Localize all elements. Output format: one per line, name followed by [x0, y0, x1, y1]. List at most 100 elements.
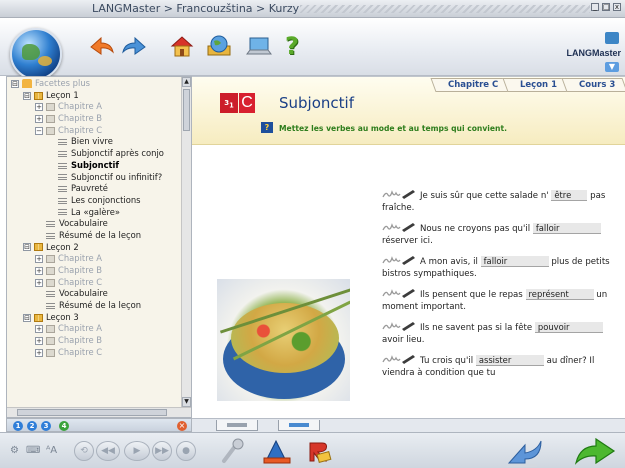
breadcrumb-cours[interactable]: Cours 3 [561, 78, 625, 92]
salad-photo [217, 279, 350, 401]
book-icon [34, 243, 43, 252]
tree-item[interactable]: Pauvreté [7, 183, 183, 195]
expand-toggle-icon[interactable]: + [35, 114, 43, 123]
tree-item[interactable]: La «galère» [7, 207, 183, 219]
exercise-text-before: Ils pensent que le repas [420, 290, 523, 300]
expand-toggle-icon[interactable]: + [35, 336, 43, 345]
exercise-help-icon[interactable]: ? [261, 122, 273, 133]
answer-input[interactable]: assister [475, 355, 544, 366]
forward-button[interactable] [120, 32, 148, 60]
vertical-scrollbar[interactable]: ▲ ▼ [181, 77, 191, 407]
forward-icon [122, 36, 146, 55]
tree-item[interactable]: Les conjonctions [7, 195, 183, 207]
back-button[interactable] [88, 32, 116, 60]
book-icon [46, 255, 55, 264]
answer-input[interactable]: être [551, 190, 588, 201]
microphone-icon[interactable] [220, 437, 246, 468]
tree-item-label: Subjonctif après conjo [71, 148, 164, 159]
scrollbar-thumb[interactable] [17, 409, 167, 416]
dictionary-icon[interactable] [304, 437, 334, 468]
page-icon [58, 186, 67, 193]
tree-item[interactable]: ⊟ Leçon 2 [7, 242, 183, 254]
tree-item[interactable]: ⊟ Facettes plus [7, 78, 183, 90]
scrollbar-thumb[interactable] [183, 89, 190, 131]
exercise-item: Ils pensent que le repas représent un mo… [382, 288, 614, 313]
tree-item[interactable]: Subjonctif ou infinitif? [7, 172, 183, 184]
tree-item[interactable]: Résumé de la leçon [7, 230, 183, 242]
tree-item[interactable]: + Chapitre C [7, 277, 183, 289]
expand-toggle-icon[interactable]: + [35, 266, 43, 275]
tree-item[interactable]: + Chapitre A [7, 253, 183, 265]
scroll-down-icon[interactable]: ▼ [182, 397, 191, 407]
breadcrumb-lecon[interactable]: Leçon 1 [502, 78, 570, 92]
footer-button-1[interactable]: 1 [13, 421, 23, 431]
expand-toggle-icon[interactable]: + [35, 103, 43, 112]
exercise-item: Je suis sûr que cette salade n' être pas… [382, 189, 614, 214]
tree-item[interactable]: Subjonctif après conjo [7, 148, 183, 160]
forward-icon[interactable]: ▶▶ [152, 441, 172, 461]
tree-item[interactable]: + Chapitre B [7, 265, 183, 277]
home-button[interactable] [168, 32, 196, 60]
footer-button-2[interactable]: 2 [27, 421, 37, 431]
close-tree-icon[interactable]: × [177, 421, 187, 431]
expand-toggle-icon[interactable]: ⊟ [11, 79, 19, 88]
tree-item-label: Facettes plus [35, 78, 90, 88]
maximize-icon[interactable]: □ [602, 3, 610, 11]
scroll-up-icon[interactable]: ▲ [182, 77, 191, 87]
minimize-icon[interactable]: _ [591, 3, 599, 11]
page-icon [46, 232, 55, 239]
tree-item[interactable]: Bien vivre [7, 136, 183, 148]
tree-item[interactable]: ⊟ Leçon 1 [7, 90, 183, 102]
laptop-button[interactable] [245, 32, 273, 60]
horizontal-scrollbar[interactable] [7, 407, 191, 417]
tree-item[interactable]: Subjonctif [7, 160, 183, 172]
breadcrumb-chapitre[interactable]: Chapitre C [429, 78, 511, 92]
tree-item[interactable]: − Chapitre C [7, 125, 183, 137]
expand-toggle-icon[interactable]: ⊟ [23, 313, 31, 322]
tree-item[interactable]: + Chapitre A [7, 101, 183, 113]
close-icon[interactable]: x [613, 3, 621, 11]
answer-input[interactable]: falloir [480, 256, 549, 267]
play-icon[interactable]: ▶ [124, 441, 150, 461]
expand-toggle-icon[interactable]: + [35, 255, 43, 264]
tree-item[interactable]: + Chapitre B [7, 113, 183, 125]
help-button[interactable]: ? [278, 32, 306, 60]
tree-item[interactable]: Résumé de la leçon [7, 300, 183, 312]
tab-edit-view[interactable] [278, 420, 320, 431]
course-tree-panel: ⊟ Facettes plus ⊟ Leçon 1 + Chapitre A + Chapit… [6, 76, 192, 418]
expand-toggle-icon[interactable]: + [35, 278, 43, 287]
exercise-instruction: Mettez les verbes au mode et au temps qu… [279, 124, 507, 133]
tree-item[interactable]: Vocabulaire [7, 288, 183, 300]
previous-page-button[interactable] [505, 437, 545, 468]
tab-text-view[interactable] [216, 420, 258, 431]
expand-toggle-icon[interactable]: ⊟ [23, 243, 31, 252]
chevron-down-icon[interactable]: ▼ [605, 62, 619, 72]
expand-toggle-icon[interactable]: ⊟ [23, 91, 31, 100]
expand-toggle-icon[interactable]: − [35, 126, 43, 135]
expand-toggle-icon[interactable]: + [35, 325, 43, 334]
answer-input[interactable]: falloir [532, 223, 601, 234]
answer-input[interactable]: pouvoir [534, 322, 603, 333]
footer-button-4[interactable]: 4 [59, 421, 69, 431]
tree-item[interactable]: ⊟ Leçon 3 [7, 312, 183, 324]
pencil-icon [382, 222, 418, 232]
replay-icon[interactable]: ⟲ [74, 441, 94, 461]
dictionary-icon-graphic [309, 442, 332, 464]
rewind-icon[interactable]: ◀◀ [96, 441, 120, 461]
tree-item[interactable]: + Chapitre C [7, 347, 183, 359]
footer-button-3[interactable]: 3 [41, 421, 51, 431]
settings-icon[interactable]: ⚙ [10, 445, 19, 456]
tree-item[interactable]: Vocabulaire [7, 218, 183, 230]
keyboard-icon[interactable]: ⌨ [26, 445, 40, 456]
next-page-button[interactable] [572, 437, 618, 468]
answer-input[interactable]: représent [525, 289, 594, 300]
spell-check-icon[interactable] [262, 437, 292, 468]
globe-book-button[interactable] [205, 32, 233, 60]
exercise-text-before: Nous ne croyons pas qu'il [420, 224, 531, 234]
font-size-icon[interactable]: ᴬA [46, 445, 57, 456]
tree-item[interactable]: + Chapitre A [7, 323, 183, 335]
record-icon[interactable]: ● [176, 441, 196, 461]
expand-toggle-icon[interactable]: + [35, 348, 43, 357]
tree-item[interactable]: + Chapitre B [7, 335, 183, 347]
breadcrumb: Chapitre C Leçon 1 Cours 3 [429, 78, 625, 92]
